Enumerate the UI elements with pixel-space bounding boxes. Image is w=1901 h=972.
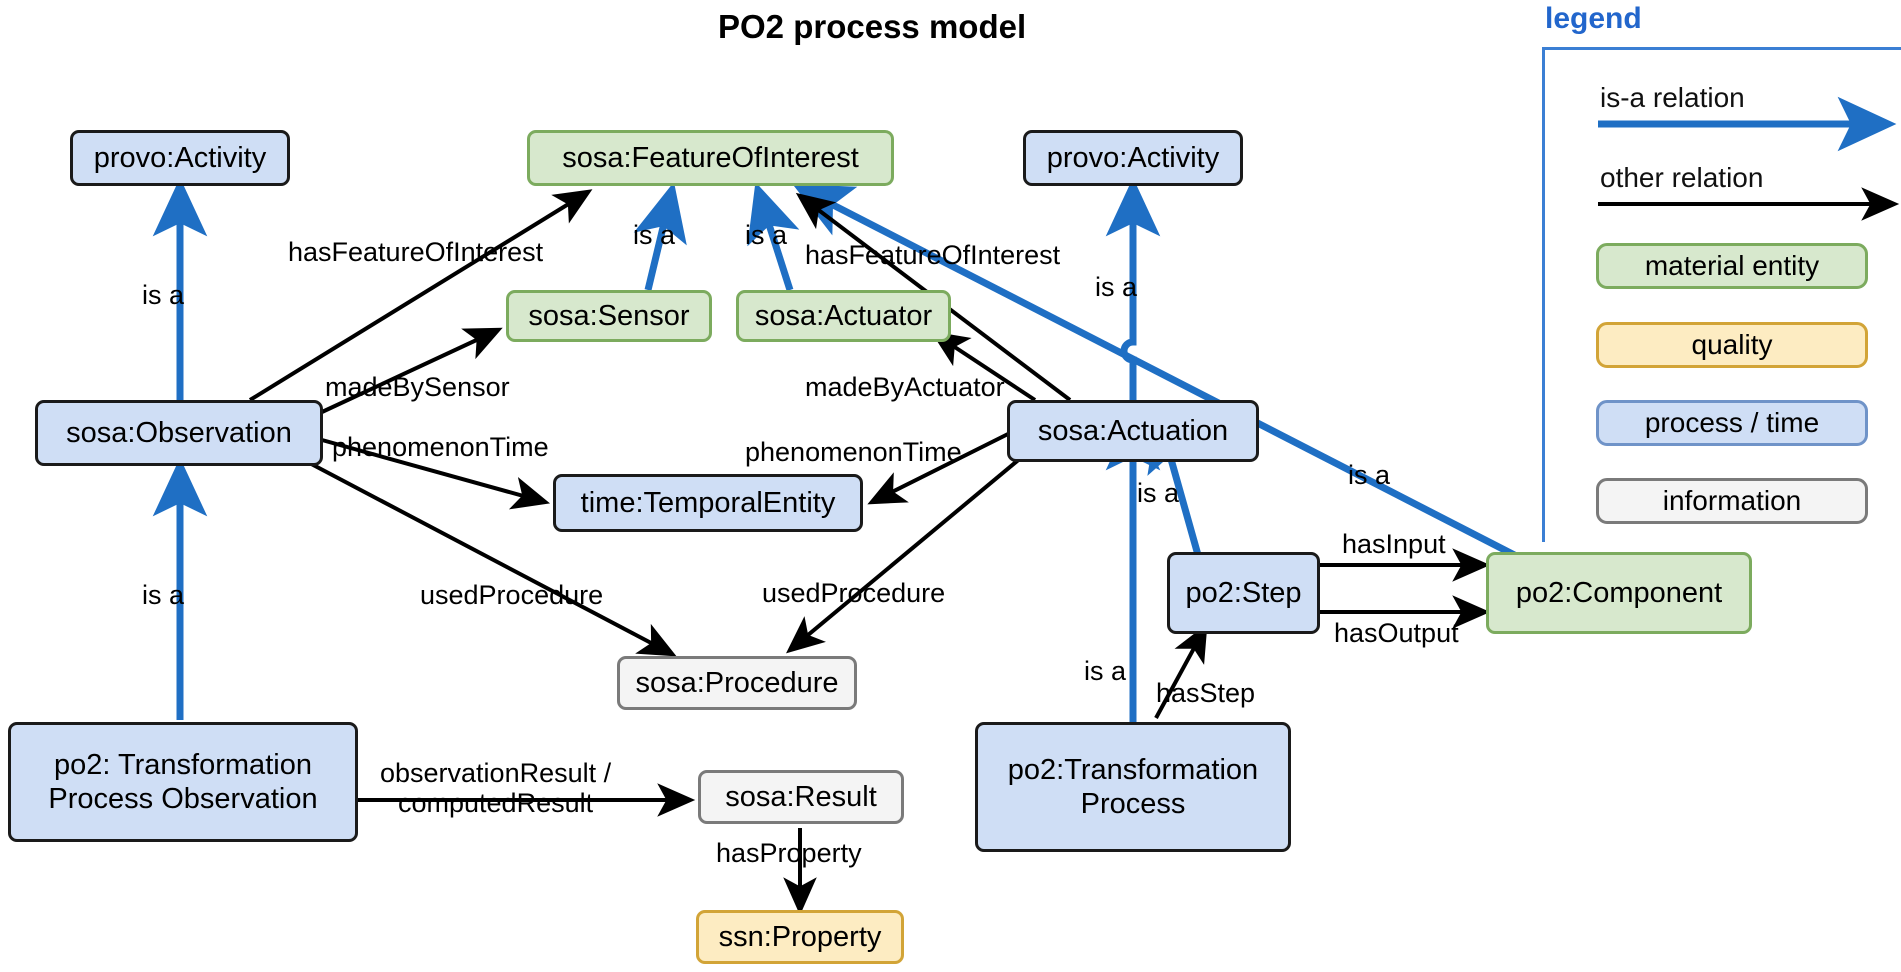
edge-label-isa-transformproc: is a: [1084, 656, 1127, 686]
legend-title: legend: [1545, 2, 1642, 35]
node-ssn-property[interactable]: ssn:Property: [696, 910, 904, 964]
edge-label-isa-sensor: is a: [633, 220, 676, 250]
node-po2-step[interactable]: po2:Step: [1167, 552, 1320, 634]
edge-label-hasoutput: hasOutput: [1334, 618, 1459, 648]
node-sosa-actuator[interactable]: sosa:Actuator: [736, 290, 951, 342]
edge-label-isa-component: is a: [1348, 460, 1391, 490]
diagram-canvas: PO2 process model provo:Activity sosa:Fe…: [0, 0, 1901, 972]
edge-label-phenomenontime-right: phenomenonTime: [745, 437, 962, 467]
edge-label-usedprocedure-left: usedProcedure: [420, 580, 604, 610]
node-sosa-procedure[interactable]: sosa:Procedure: [617, 656, 857, 710]
edge-label-hasfeatureofinterest-left: hasFeatureOfInterest: [288, 237, 544, 267]
edge-label-isa-actuator: is a: [745, 220, 788, 250]
edge-label-madebyactuator: madeByActuator: [805, 372, 1005, 402]
edge-label-observationresult: observationResult / computedResult: [380, 758, 612, 819]
node-po2-transformation-process-observation[interactable]: po2: Transformation Process Observation: [8, 722, 358, 842]
legend-other-label: other relation: [1600, 162, 1764, 193]
edge-label-isa-observation-provo: is a: [142, 280, 185, 310]
legend-chip-information: information: [1596, 478, 1868, 524]
legend-isa-label: is-a relation: [1600, 82, 1745, 113]
edge-label-usedprocedure-right: usedProcedure: [762, 578, 946, 608]
node-po2-transformation-process[interactable]: po2:Transformation Process: [975, 722, 1291, 852]
node-sosa-featureofinterest[interactable]: sosa:FeatureOfInterest: [527, 130, 894, 186]
edge-label-isa-transformobs-observation: is a: [142, 580, 185, 610]
node-sosa-result[interactable]: sosa:Result: [698, 770, 904, 824]
node-sosa-observation[interactable]: sosa:Observation: [35, 400, 323, 466]
node-provo-activity-right[interactable]: provo:Activity: [1023, 130, 1243, 186]
node-sosa-actuation[interactable]: sosa:Actuation: [1007, 400, 1259, 462]
edge-label-phenomenontime-left: phenomenonTime: [332, 432, 549, 462]
legend-chip-material-entity: material entity: [1596, 243, 1868, 289]
edge-label-hasstep: hasStep: [1156, 678, 1256, 708]
legend-chip-quality: quality: [1596, 322, 1868, 368]
edge-label-hasinput: hasInput: [1342, 529, 1446, 559]
edge-label-isa-actuation-provo: is a: [1095, 272, 1138, 302]
node-provo-activity-left[interactable]: provo:Activity: [70, 130, 290, 186]
node-po2-component[interactable]: po2:Component: [1486, 552, 1752, 634]
edge-label-hasproperty: hasProperty: [716, 838, 862, 868]
edge-label-hasfeatureofinterest-right: hasFeatureOfInterest: [805, 240, 1061, 270]
node-time-temporalentity[interactable]: time:TemporalEntity: [553, 474, 863, 532]
legend-top-rule: [1542, 47, 1901, 50]
edge-label-madebysensor: madeBySensor: [325, 372, 510, 402]
page-title: PO2 process model: [718, 8, 1027, 45]
edge-label-isa-step: is a: [1137, 478, 1180, 508]
node-sosa-sensor[interactable]: sosa:Sensor: [506, 290, 712, 342]
legend-chip-process-time: process / time: [1596, 400, 1868, 446]
legend-left-rule: [1542, 47, 1545, 542]
